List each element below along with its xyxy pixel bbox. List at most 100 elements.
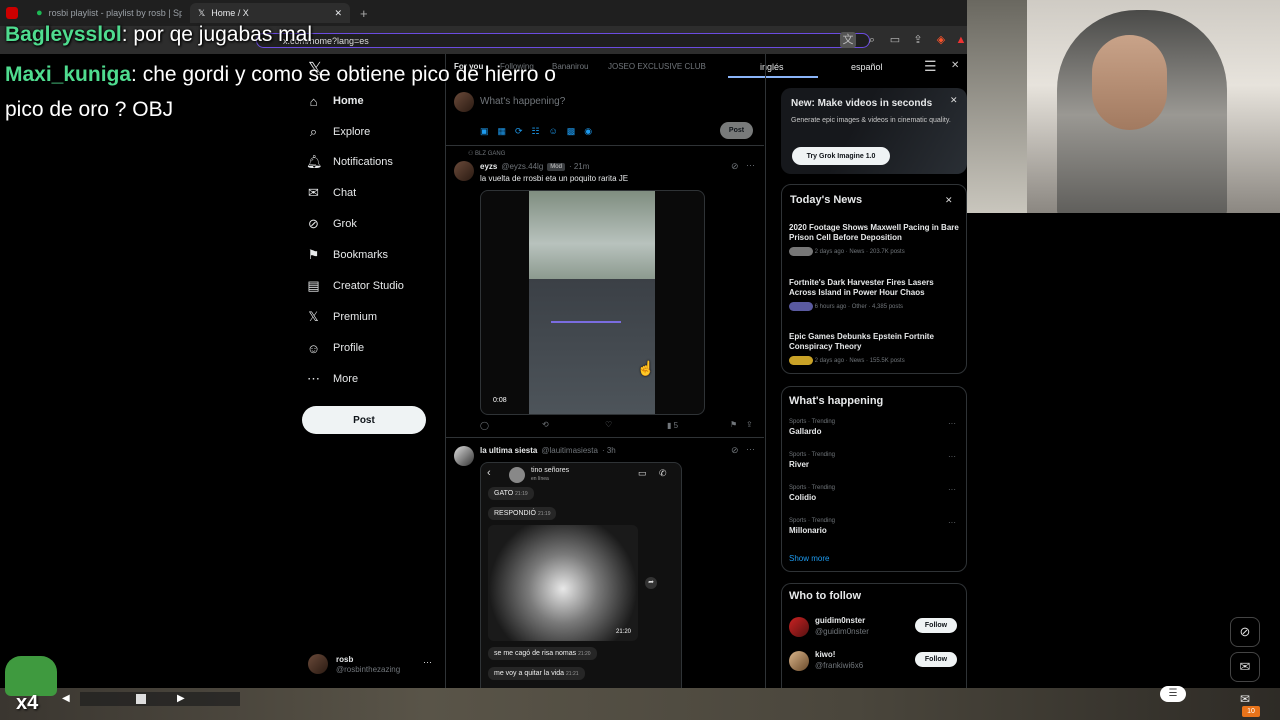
settings-sliders-icon[interactable]: ☰ [1160,686,1186,702]
tweet-author[interactable]: eyzs [480,162,497,171]
tweet-handle[interactable]: @eyzs.44lg [501,162,543,171]
account-avatar[interactable] [308,654,328,674]
media-stop-icon[interactable] [136,694,146,704]
nav-chat[interactable]: ✉ Chat [306,181,356,205]
news-item-meta: 2 days ago · News · 155.5K posts [789,356,959,365]
trend-item[interactable]: Sports · Trending River [789,452,835,469]
translate-icon[interactable]: 文 [840,32,856,48]
composer-tools-icons[interactable]: ▣▦⟳☷☺▩◉ [480,126,601,137]
tweet-more-icon[interactable]: ··· [746,160,755,170]
trend-name: Colidio [789,493,817,502]
nav-home[interactable]: ⌂ Home [306,89,364,113]
share-icon[interactable]: ⇪ [910,32,926,48]
trend-more-icon[interactable]: ··· [948,419,956,428]
follow-avatar[interactable] [789,617,809,637]
message-time: 21:21 [566,671,579,677]
news-close-icon[interactable]: ✕ [945,195,953,206]
bookmark-icon: ⚑ [307,247,320,262]
zoom-icon[interactable]: ⌕ [864,32,880,48]
account-menu-icon[interactable]: ··· [423,657,432,667]
promo-title: New: Make videos in seconds [791,98,933,109]
tab-bananirou[interactable]: Bananirou [552,62,588,71]
grok-icon[interactable]: ⊘ [731,445,739,456]
nav-more[interactable]: ⋯ More [306,367,358,391]
nav-premium[interactable]: 𝕏 Premium [306,305,377,329]
whats-happening-title: What's happening [789,395,884,407]
close-tab-icon[interactable]: ✕ [334,8,342,19]
translate-close-icon[interactable]: ✕ [951,60,959,71]
views-count[interactable]: ▮ 5 [667,421,678,430]
chat-user: Maxi_kuniga [5,63,132,86]
trend-item[interactable]: Sports · Trending Millonario [789,518,835,535]
grok-icon[interactable]: ⊘ [731,161,739,172]
nav-profile[interactable]: ☺ Profile [306,336,364,360]
messages-fab-icon[interactable]: ✉ [1230,652,1260,682]
tweet-avatar[interactable] [454,446,474,466]
follow-button[interactable]: Follow [915,652,957,667]
like-icon[interactable]: ♡ [605,420,612,429]
chat-photo: 21:20 [488,525,638,641]
browser-tab-home-x[interactable]: 𝕏 Home / X ✕ [190,3,350,23]
trend-item[interactable]: Sports · Trending Gallardo [789,419,835,436]
news-item[interactable]: 2020 Footage Shows Maxwell Pacing in Bar… [789,223,959,256]
follow-user[interactable]: kiwo! @frankiwi6x6 [815,650,863,670]
nav-notifications[interactable]: 🔔︎ Notifications [306,150,393,174]
nav-creator-studio[interactable]: ▤ Creator Studio [306,274,404,298]
news-item[interactable]: Fortnite's Dark Harvester Fires Lasers A… [789,278,959,311]
video-call-icon: ▭ [638,468,647,478]
tweet-author[interactable]: la ultima siesta [480,446,537,455]
follow-avatar[interactable] [789,651,809,671]
contact-status: en línea [531,476,549,482]
follow-button[interactable]: Follow [915,618,957,633]
mail-icon[interactable]: ✉ [1240,692,1250,706]
contact-name: tino señores [531,467,570,474]
trend-item[interactable]: Sports · Trending Colidio [789,485,835,502]
media-progress-bar[interactable] [80,692,240,706]
composer-post-button[interactable]: Post [720,122,753,139]
tweet-image-chat-screenshot[interactable]: ‹ tino señores en línea ▭ ✆ GATO 21:19 R… [480,462,682,690]
share-icon[interactable]: ⇪ [746,420,753,429]
browser-tab-spotify[interactable]: ● rosbi playlist - playlist by rosb | Sp… [28,3,182,23]
try-grok-imagine-button[interactable]: Try Grok Imagine 1.0 [792,147,890,165]
news-item-title: Epic Games Debunks Epstein Fortnite Cons… [789,332,934,351]
tweet-avatar[interactable] [454,161,474,181]
news-title: Today's News [790,194,863,206]
grok-fab-icon[interactable]: ⊘ [1230,617,1260,647]
message-text: RESPONDIÓ [494,510,537,517]
video-frame-webcam [529,191,655,279]
youtube-icon[interactable] [6,7,18,19]
post-button[interactable]: Post [302,406,426,434]
composer-input[interactable]: What's happening? [480,96,565,107]
media-prev-icon[interactable]: ◀ [62,693,70,704]
brave-shield-icon[interactable]: ◈ [933,32,949,48]
news-item[interactable]: Epic Games Debunks Epstein Fortnite Cons… [789,332,959,365]
bookmark-icon[interactable]: ⚑ [730,420,737,429]
trend-more-icon[interactable]: ··· [948,518,956,527]
tweet-more-icon[interactable]: ··· [746,444,755,454]
follow-name: guidim0nster [815,616,866,625]
chat-message: me voy a quitar la vida 21:21 [488,667,585,680]
nav-explore[interactable]: ⌕ Explore [306,120,370,144]
show-more-link[interactable]: Show more [789,554,829,563]
new-tab-button[interactable]: + [360,6,368,21]
translate-menu-icon[interactable]: ☰ [924,58,937,75]
message-text: me voy a quitar la vida [494,670,565,677]
nav-grok[interactable]: ⊘ Grok [306,212,357,236]
tweet-video[interactable]: 0:08 [480,190,705,415]
tweet-time[interactable]: · 3h [602,446,616,455]
translate-to[interactable]: español [851,62,883,72]
tweet-time[interactable]: · 21m [569,162,589,171]
media-next-icon[interactable]: ▶ [177,693,185,704]
address-bar[interactable]: x.com/home?lang=es [256,33,870,48]
nav-bookmarks[interactable]: ⚑ Bookmarks [306,243,388,267]
follow-user[interactable]: guidim0nster @guidim0nster [815,616,869,636]
tweet-handle[interactable]: @lauitimasiesta [541,446,598,455]
trend-more-icon[interactable]: ··· [948,485,956,494]
cast-icon[interactable]: ▭ [887,32,903,48]
tab-joseo[interactable]: JOSEO EXCLUSIVE CLUB [608,62,706,71]
promo-close-icon[interactable]: ✕ [950,95,958,106]
repost-icon[interactable]: ⟲ [542,420,549,429]
trend-more-icon[interactable]: ··· [948,452,956,461]
reply-icon[interactable]: ◯ [480,421,489,430]
contact-avatar [509,467,525,483]
